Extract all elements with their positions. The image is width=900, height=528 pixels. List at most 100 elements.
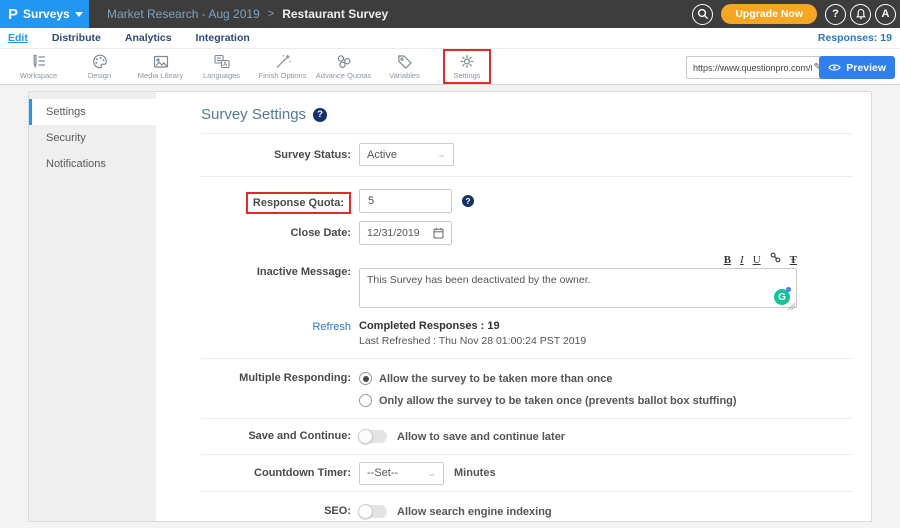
menu-item-distribute[interactable]: Distribute <box>52 32 101 44</box>
breadcrumb: Market Research - Aug 2019 > Restaurant … <box>89 0 388 28</box>
radio-unselected-icon[interactable] <box>359 394 372 407</box>
palette-icon <box>91 53 109 70</box>
countdown-timer-label: Countdown Timer: <box>201 461 351 485</box>
breadcrumb-folder[interactable]: Market Research - Aug 2019 <box>107 7 260 21</box>
chevron-down-icon <box>75 12 83 17</box>
seo-toggle[interactable] <box>359 505 387 518</box>
inactive-message-row: Inactive Message: B I U Ŧ This Su <box>201 252 797 313</box>
eye-icon <box>828 63 841 72</box>
menu-item-integration[interactable]: Integration <box>196 32 250 44</box>
save-and-continue-row: Save and Continue: Allow to save and con… <box>201 419 853 455</box>
response-quota-input[interactable] <box>359 189 452 213</box>
toggle-knob <box>358 429 373 444</box>
image-icon <box>152 53 170 70</box>
linked-rings-icon <box>335 53 353 70</box>
survey-status-select[interactable]: Active ⌄ <box>359 143 454 166</box>
magic-wand-icon <box>274 53 292 70</box>
close-date-value: 12/31/2019 <box>367 227 420 239</box>
toolbar-item-workspace[interactable]: Workspace <box>8 51 69 82</box>
menu-item-edit[interactable]: Edit <box>8 32 28 44</box>
toolbar-label: Media Library <box>138 71 183 80</box>
svg-text:A: A <box>223 62 228 68</box>
toolbar-item-media-library[interactable]: Media Library <box>130 51 191 82</box>
settings-sidebar: Settings Security Notifications <box>29 92 156 521</box>
surveys-product-menu[interactable]: P Surveys <box>0 0 89 28</box>
notifications-button[interactable] <box>850 4 871 25</box>
inactive-message-label: Inactive Message: <box>201 252 351 278</box>
edit-toolbar: Workspace Design Media Library A Languag… <box>0 48 900 85</box>
preview-label: Preview <box>846 62 886 74</box>
search-button[interactable] <box>692 4 713 25</box>
remove-format-button[interactable]: Ŧ <box>790 254 797 266</box>
page-title: Survey Settings <box>201 106 306 123</box>
toolbar-item-settings[interactable]: Settings <box>443 49 491 84</box>
upgrade-now-button[interactable]: Upgrade Now <box>721 4 817 24</box>
save-and-continue-text: Allow to save and continue later <box>397 431 565 443</box>
close-date-label: Close Date: <box>201 221 351 245</box>
last-refreshed-text: Last Refreshed : Thu Nov 28 01:00:24 PST… <box>359 335 586 347</box>
countdown-timer-units: Minutes <box>454 467 496 479</box>
italic-button[interactable]: I <box>740 254 744 266</box>
seo-label: SEO: <box>201 504 351 519</box>
page-body: Settings Security Notifications Survey S… <box>0 85 900 528</box>
survey-status-label: Survey Status: <box>201 143 351 167</box>
survey-settings-help-icon[interactable]: ? <box>313 108 327 122</box>
product-name: Surveys <box>23 7 70 21</box>
close-date-row: Close Date: 12/31/2019 <box>201 221 452 245</box>
quota-group-row: Response Quota: ? Close Date: 12/31/2019 <box>201 177 853 359</box>
seo-text: Allow search engine indexing <box>397 506 552 518</box>
toolbar-label: Advance Quotas <box>316 71 371 80</box>
bold-button[interactable]: B <box>724 254 731 266</box>
toolbar-item-languages[interactable]: A Languages <box>191 51 252 82</box>
top-navbar: P Surveys Market Research - Aug 2019 > R… <box>0 0 900 28</box>
seo-row: SEO: Allow search engine indexing <box>201 492 853 521</box>
response-quota-label: Response Quota: <box>246 192 351 214</box>
toolbar-label: Languages <box>203 71 240 80</box>
underline-button[interactable]: U <box>753 254 761 266</box>
settings-card: Settings Security Notifications Survey S… <box>28 91 872 522</box>
search-icon <box>697 8 709 20</box>
countdown-timer-select[interactable]: --Set-- ⌄ <box>359 462 444 485</box>
toolbar-item-finish-options[interactable]: Finish Options <box>252 51 313 82</box>
menu-item-analytics[interactable]: Analytics <box>125 32 172 44</box>
chevron-down-icon: ⌄ <box>427 468 438 479</box>
preview-button[interactable]: Preview <box>819 56 895 79</box>
survey-status-value: Active <box>367 149 397 161</box>
toolbar-item-variables[interactable]: Variables <box>374 51 435 82</box>
tag-icon <box>396 53 414 70</box>
survey-menu-bar: Edit Distribute Analytics Integration Re… <box>0 28 900 48</box>
survey-url-input[interactable] <box>687 63 814 73</box>
radio-option-label: Allow the survey to be taken more than o… <box>379 373 613 385</box>
resize-grip[interactable] <box>788 303 795 310</box>
chevron-down-icon: ⌄ <box>437 149 448 160</box>
radio-option-once[interactable]: Only allow the survey to be taken once (… <box>359 394 737 407</box>
radio-option-multiple[interactable]: Allow the survey to be taken more than o… <box>359 372 613 385</box>
breadcrumb-separator: > <box>268 8 274 20</box>
countdown-timer-row: Countdown Timer: --Set-- ⌄ Minutes <box>201 455 853 492</box>
translate-icon: A <box>213 53 231 70</box>
sidebar-item-settings[interactable]: Settings <box>29 99 156 125</box>
sidebar-item-notifications[interactable]: Notifications <box>29 151 156 177</box>
link-icon <box>770 252 781 263</box>
completed-responses-text: Completed Responses : 19 <box>359 320 586 332</box>
toolbar-item-design[interactable]: Design <box>69 51 130 82</box>
radio-option-label: Only allow the survey to be taken once (… <box>379 395 737 407</box>
save-and-continue-toggle[interactable] <box>359 430 387 443</box>
responses-count-badge[interactable]: Responses: 19 <box>818 32 892 44</box>
close-date-picker[interactable]: 12/31/2019 <box>359 221 452 245</box>
response-quota-row: Response Quota: ? <box>201 189 474 214</box>
toolbar-item-advance-quotas[interactable]: Advance Quotas <box>313 51 374 82</box>
response-quota-help-icon[interactable]: ? <box>462 195 474 207</box>
sidebar-item-security[interactable]: Security <box>29 125 156 151</box>
toolbar-label: Design <box>88 71 111 80</box>
multiple-responding-row: Multiple Responding: Allow the survey to… <box>201 359 853 419</box>
avatar[interactable]: A <box>875 4 896 25</box>
link-button[interactable] <box>770 252 781 266</box>
inactive-message-textarea[interactable]: This Survey has been deactivated by the … <box>359 268 797 308</box>
radio-selected-icon[interactable] <box>359 372 372 385</box>
breadcrumb-survey-name: Restaurant Survey <box>282 7 388 21</box>
help-button[interactable]: ? <box>825 4 846 25</box>
refresh-link[interactable]: Refresh <box>201 320 351 333</box>
bell-icon <box>855 8 867 20</box>
toggle-knob <box>358 504 373 519</box>
